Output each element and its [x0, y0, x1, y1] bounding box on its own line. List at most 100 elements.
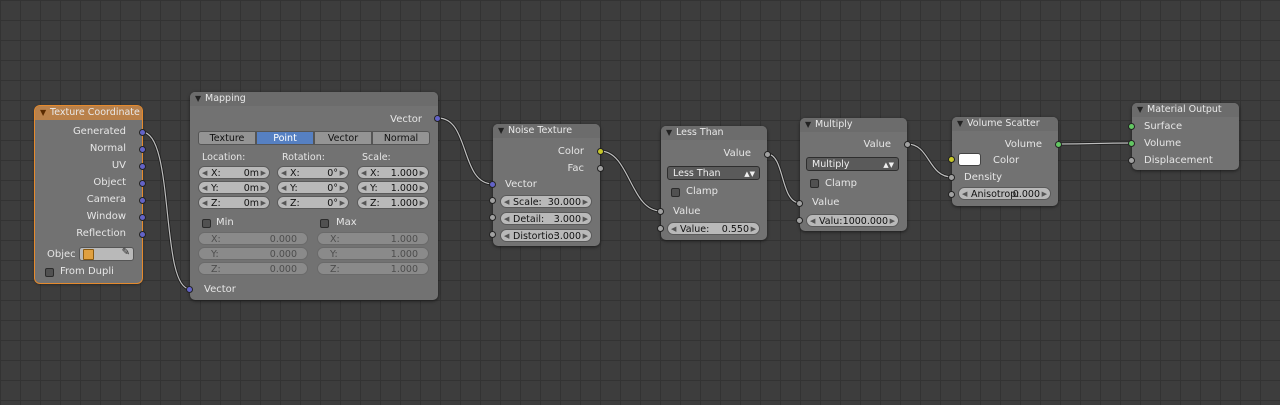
socket-camera-out[interactable]: [139, 197, 146, 204]
location-z-field[interactable]: ◀ Z: 0m ▶: [198, 196, 270, 209]
location-x-field[interactable]: ◀ X: 0m ▶: [198, 166, 270, 179]
output-value-label: Value: [723, 148, 751, 159]
socket-noise-fac-out[interactable]: [597, 165, 604, 172]
input-value-label: Value: [812, 197, 840, 208]
rotation-x-field[interactable]: ◀ X: 0° ▶: [277, 166, 349, 179]
node-volume-scatter[interactable]: ▼ Volume Scatter Volume Color Density ◀ An…: [952, 117, 1058, 206]
node-multiply[interactable]: ▼ Multiply Value Multiply ▲▼ Clamp Value ◀…: [800, 118, 907, 231]
input-density-label: Density: [964, 172, 1003, 183]
operation-dropdown[interactable]: Less Than ▲▼: [667, 166, 760, 180]
socket-noise-color-out[interactable]: [597, 148, 604, 155]
object-field[interactable]: ✎: [79, 247, 134, 261]
min-checkbox[interactable]: [202, 219, 211, 228]
socket-noise-distortion-in[interactable]: [489, 231, 496, 238]
cube-icon: [83, 249, 94, 260]
socket-lessthan-value1-in[interactable]: [657, 208, 664, 215]
collapse-triangle-icon[interactable]: ▼: [40, 106, 50, 120]
socket-multiply-value2-in[interactable]: [796, 217, 803, 224]
node-title: Texture Coordinate: [50, 107, 140, 118]
node-header[interactable]: ▼ Mapping: [190, 92, 438, 106]
socket-uv-out[interactable]: [139, 163, 146, 170]
socket-reflection-out[interactable]: [139, 231, 146, 238]
distortion-field[interactable]: ◀ Distortio: 3.000 ▶: [500, 229, 592, 242]
clamp-checkbox[interactable]: [810, 179, 819, 188]
socket-scatter-anisotropy-in[interactable]: [948, 191, 955, 198]
node-texture-coordinate[interactable]: ▼ Texture Coordinate Generated Normal UV …: [35, 106, 142, 283]
socket-normal-out[interactable]: [139, 146, 146, 153]
dropdown-arrows-icon: ▲▼: [744, 170, 755, 178]
scale-y-field[interactable]: ◀ Y: 1.000 ▶: [357, 181, 429, 194]
node-less-than[interactable]: ▼ Less Than Value Less Than ▲▼ Clamp Value…: [661, 126, 767, 240]
rotation-z-field[interactable]: ◀ Z: 0° ▶: [277, 196, 349, 209]
socket-output-volume-in[interactable]: [1128, 140, 1135, 147]
color-swatch[interactable]: [958, 153, 981, 166]
socket-window-out[interactable]: [139, 214, 146, 221]
eyedropper-icon[interactable]: ✎: [122, 247, 130, 258]
collapse-triangle-icon[interactable]: ▼: [195, 92, 205, 106]
value-field[interactable]: ◀ Value: 0.550 ▶: [667, 222, 760, 235]
rotation-y-field[interactable]: ◀ Y: 0° ▶: [277, 181, 349, 194]
socket-output-displacement-in[interactable]: [1128, 157, 1135, 164]
object-label: Objec: [47, 249, 76, 260]
node-header[interactable]: ▼ Multiply: [800, 118, 907, 132]
node-title: Less Than: [676, 127, 724, 138]
node-header[interactable]: ▼ Noise Texture: [493, 124, 600, 138]
max-y-field[interactable]: Y: 1.000: [317, 247, 429, 260]
scale-field[interactable]: ◀ Scale: 30.000 ▶: [500, 195, 592, 208]
input-surface-label: Surface: [1144, 121, 1183, 132]
socket-output-surface-in[interactable]: [1128, 123, 1135, 130]
rotation-label: Rotation:: [282, 152, 325, 163]
node-noise-texture[interactable]: ▼ Noise Texture Color Fac Vector ◀ Scale: 3…: [493, 124, 600, 246]
from-dupli-checkbox[interactable]: [45, 268, 54, 277]
tab-point[interactable]: Point: [256, 131, 314, 145]
socket-mapping-vector-in[interactable]: [186, 286, 193, 293]
operation-dropdown[interactable]: Multiply ▲▼: [806, 157, 899, 171]
tab-vector[interactable]: Vector: [314, 131, 372, 145]
min-z-field[interactable]: Z: 0.000: [198, 262, 308, 275]
anisotropy-field[interactable]: ◀ Anisotrop: 0.000 ▶: [958, 187, 1051, 200]
collapse-triangle-icon[interactable]: ▼: [805, 118, 815, 132]
max-x-field[interactable]: X: 1.000: [317, 232, 429, 245]
scale-x-field[interactable]: ◀ X: 1.000 ▶: [357, 166, 429, 179]
max-z-field[interactable]: Z: 1.000: [317, 262, 429, 275]
clamp-label: Clamp: [825, 178, 857, 189]
clamp-label: Clamp: [686, 186, 718, 197]
socket-mapping-vector-out[interactable]: [434, 115, 441, 122]
socket-scatter-color-in[interactable]: [948, 156, 955, 163]
min-x-field[interactable]: X: 0.000: [198, 232, 308, 245]
node-material-output[interactable]: ▼ Material Output Surface Volume Displace…: [1132, 103, 1239, 170]
socket-multiply-value-out[interactable]: [904, 141, 911, 148]
value-field[interactable]: ◀ Valu: 1000.000 ▶: [806, 214, 899, 227]
socket-noise-vector-in[interactable]: [489, 181, 496, 188]
node-header[interactable]: ▼ Volume Scatter: [952, 117, 1058, 131]
tab-normal[interactable]: Normal: [372, 131, 430, 145]
collapse-triangle-icon[interactable]: ▼: [666, 126, 676, 140]
socket-scatter-density-in[interactable]: [948, 174, 955, 181]
location-y-field[interactable]: ◀ Y: 0m ▶: [198, 181, 270, 194]
node-header[interactable]: ▼ Texture Coordinate: [35, 106, 142, 120]
socket-object-out[interactable]: [139, 180, 146, 187]
socket-lessthan-value-out[interactable]: [764, 151, 771, 158]
node-header[interactable]: ▼ Material Output: [1132, 103, 1239, 117]
clamp-checkbox[interactable]: [671, 188, 680, 197]
tab-texture[interactable]: Texture: [198, 131, 256, 145]
node-header[interactable]: ▼ Less Than: [661, 126, 767, 140]
socket-generated-out[interactable]: [139, 129, 146, 136]
scale-z-field[interactable]: ◀ Z: 1.000 ▶: [357, 196, 429, 209]
detail-field[interactable]: ◀ Detail: 3.000 ▶: [500, 212, 592, 225]
min-y-field[interactable]: Y: 0.000: [198, 247, 308, 260]
max-checkbox[interactable]: [320, 219, 329, 228]
node-mapping[interactable]: ▼ Mapping Vector Texture Point Vector Nor…: [190, 92, 438, 300]
collapse-triangle-icon[interactable]: ▼: [957, 117, 967, 131]
socket-scatter-volume-out[interactable]: [1055, 141, 1062, 148]
node-title: Material Output: [1147, 104, 1222, 115]
socket-lessthan-value2-in[interactable]: [657, 225, 664, 232]
node-title: Volume Scatter: [967, 118, 1040, 129]
socket-noise-scale-in[interactable]: [489, 197, 496, 204]
input-volume-label: Volume: [1144, 138, 1182, 149]
collapse-triangle-icon[interactable]: ▼: [498, 124, 508, 138]
socket-multiply-value1-in[interactable]: [796, 200, 803, 207]
node-title: Noise Texture: [508, 125, 573, 136]
collapse-triangle-icon[interactable]: ▼: [1137, 103, 1147, 117]
socket-noise-detail-in[interactable]: [489, 214, 496, 221]
